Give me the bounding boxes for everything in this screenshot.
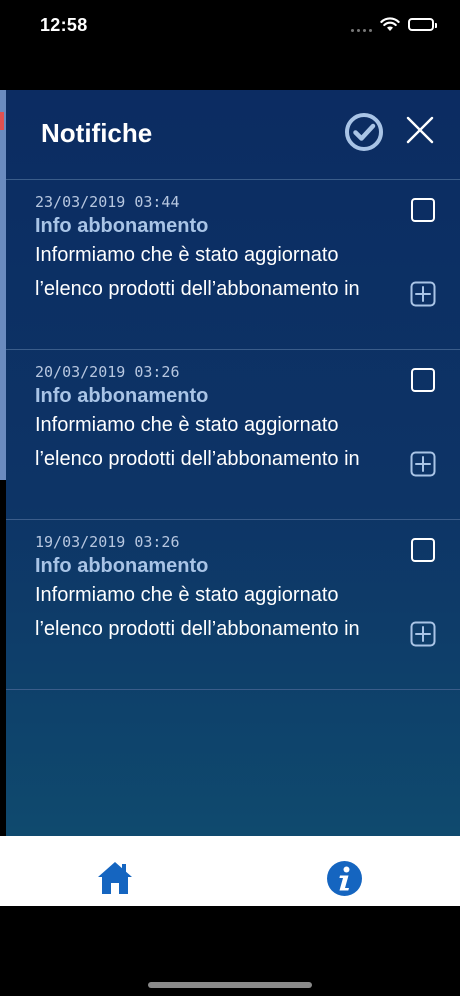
- page-title: Notifiche: [41, 118, 153, 148]
- notification-item[interactable]: 20/03/2019 03:26 Info abbonamento Inform…: [6, 350, 460, 520]
- notification-body-line: l’elenco prodotti dell’abbonamento in: [35, 618, 360, 640]
- notification-date: 19/03/2019 03:26: [35, 533, 180, 551]
- expand-notification-button[interactable]: [410, 621, 436, 647]
- expand-notification-button[interactable]: [410, 451, 436, 477]
- notification-body-line: Informiamo che è stato aggiornato: [35, 414, 339, 436]
- home-button[interactable]: [96, 860, 134, 896]
- notification-body-line: l’elenco prodotti dell’abbonamento in: [35, 448, 360, 470]
- notification-title: Info abbonamento: [35, 385, 209, 407]
- notification-checkbox[interactable]: [411, 198, 435, 222]
- info-icon: [327, 861, 362, 896]
- cellular-signal-icon: [351, 18, 372, 32]
- check-circle-icon: [345, 113, 383, 151]
- notification-item[interactable]: 23/03/2019 03:44 Info abbonamento Inform…: [6, 180, 460, 350]
- notification-body-line: Informiamo che è stato aggiornato: [35, 584, 339, 606]
- notifications-panel: Notifiche 23/03/2019 03:44 Info abboname…: [6, 90, 460, 836]
- home-indicator[interactable]: [148, 982, 312, 988]
- notification-checkbox[interactable]: [411, 368, 435, 392]
- info-button[interactable]: [326, 860, 363, 897]
- plus-square-icon: [410, 451, 436, 477]
- notification-item[interactable]: 19/03/2019 03:26 Info abbonamento Inform…: [6, 520, 460, 690]
- bottom-tab-bar: [0, 836, 460, 906]
- battery-icon: [408, 18, 437, 31]
- status-bar: 12:58: [0, 0, 460, 54]
- close-icon: [406, 116, 434, 144]
- notification-body-line: l’elenco prodotti dell’abbonamento in: [35, 278, 360, 300]
- close-button[interactable]: [404, 114, 436, 146]
- notification-date: 20/03/2019 03:26: [35, 363, 180, 381]
- home-icon: [98, 862, 132, 894]
- wifi-icon: [380, 17, 400, 31]
- status-time: 12:58: [40, 15, 88, 35]
- notification-body: Informiamo che è stato aggiornato l’elen…: [35, 578, 395, 646]
- notification-body: Informiamo che è stato aggiornato l’elen…: [35, 238, 395, 306]
- notification-body-line: Informiamo che è stato aggiornato: [35, 244, 339, 266]
- panel-header: Notifiche: [6, 90, 460, 180]
- plus-square-icon: [410, 281, 436, 307]
- notification-body: Informiamo che è stato aggiornato l’elen…: [35, 408, 395, 476]
- background-accent-edge: [0, 112, 4, 130]
- mark-all-read-button[interactable]: [343, 111, 385, 153]
- notification-date: 23/03/2019 03:44: [35, 193, 180, 211]
- notification-checkbox[interactable]: [411, 538, 435, 562]
- expand-notification-button[interactable]: [410, 281, 436, 307]
- notification-title: Info abbonamento: [35, 555, 209, 577]
- notification-title: Info abbonamento: [35, 215, 209, 237]
- plus-square-icon: [410, 621, 436, 647]
- status-icons: [351, 17, 437, 32]
